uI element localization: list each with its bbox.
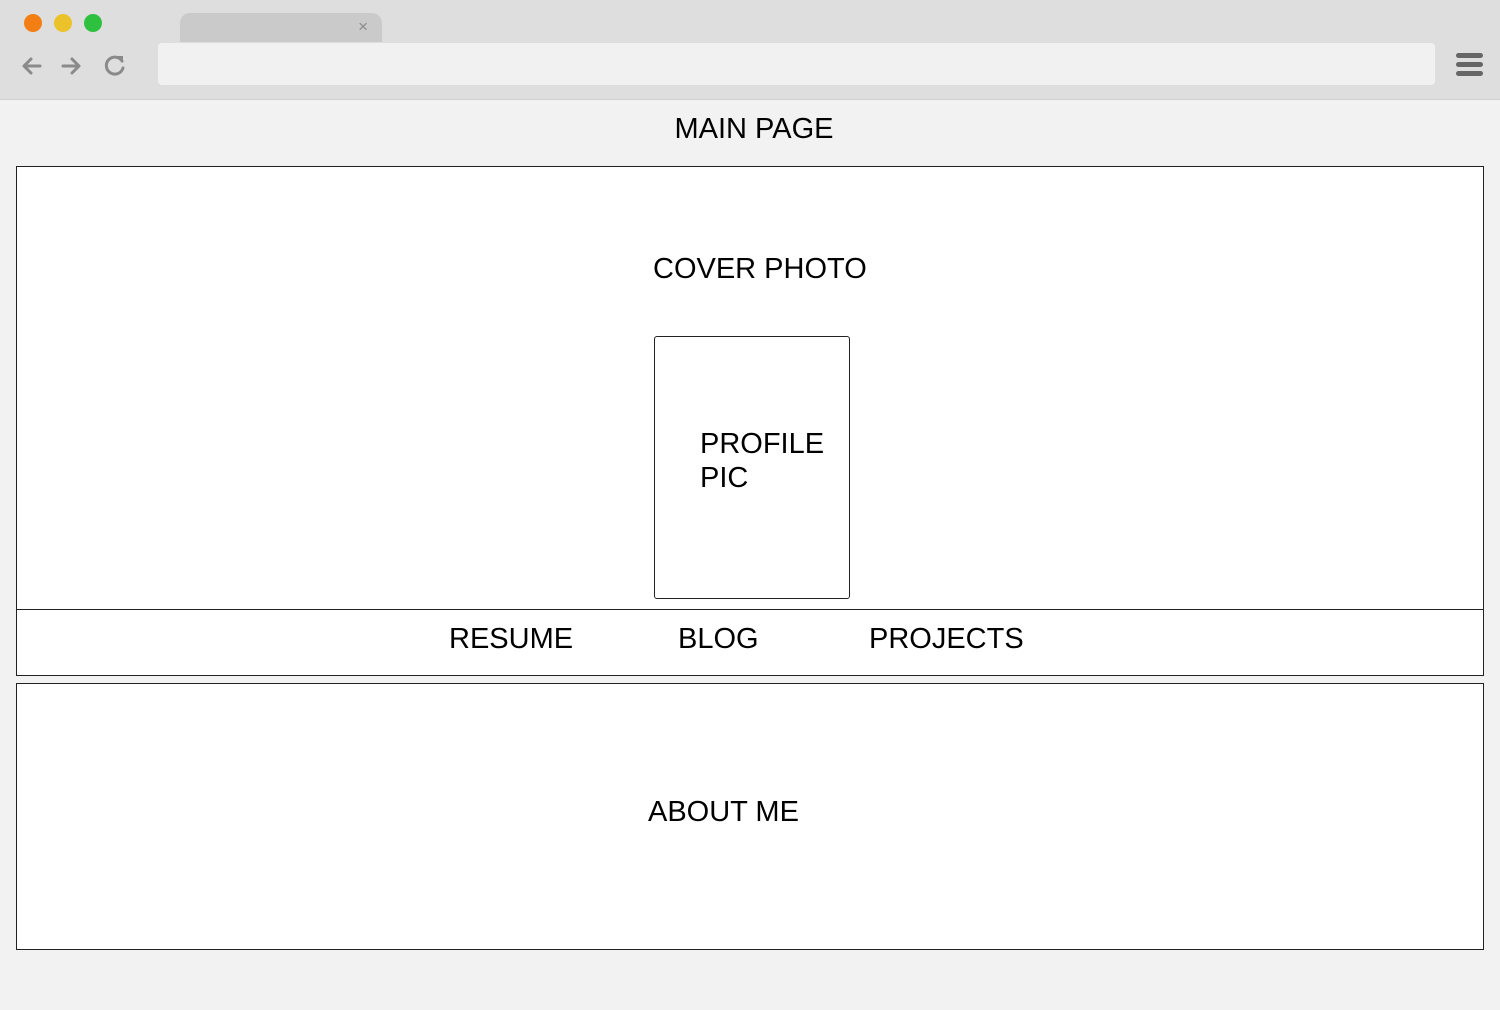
window-minimize-button[interactable] (54, 14, 72, 32)
nav-link-resume[interactable]: RESUME (449, 623, 573, 656)
window-close-button[interactable] (24, 14, 42, 32)
browser-chrome: × (0, 0, 1500, 100)
profile-picture: PROFILE PIC (654, 336, 850, 599)
nav-link-blog[interactable]: BLOG (678, 623, 759, 656)
browser-tab[interactable]: × (180, 13, 382, 42)
address-bar-input[interactable] (158, 43, 1435, 85)
cover-photo-section: COVER PHOTO PROFILE PIC (16, 166, 1484, 611)
window-maximize-button[interactable] (84, 14, 102, 32)
arrow-right-icon[interactable] (57, 52, 85, 80)
reload-icon[interactable] (101, 52, 129, 80)
profile-label-line-2: PIC (700, 462, 749, 494)
hamburger-menu-icon[interactable] (1455, 51, 1485, 79)
about-me-label: ABOUT ME (648, 796, 799, 828)
tab-close-icon[interactable]: × (358, 17, 368, 37)
about-me-section: ABOUT ME (16, 683, 1484, 950)
cover-photo-label: COVER PHOTO (653, 253, 867, 285)
main-nav: RESUME BLOG PROJECTS (16, 609, 1484, 676)
profile-picture-label: PROFILE PIC (700, 427, 824, 495)
nav-link-projects[interactable]: PROJECTS (869, 623, 1024, 656)
profile-label-line-1: PROFILE (700, 428, 825, 460)
arrow-left-icon[interactable] (18, 52, 46, 80)
page-title: MAIN PAGE (674, 113, 834, 145)
